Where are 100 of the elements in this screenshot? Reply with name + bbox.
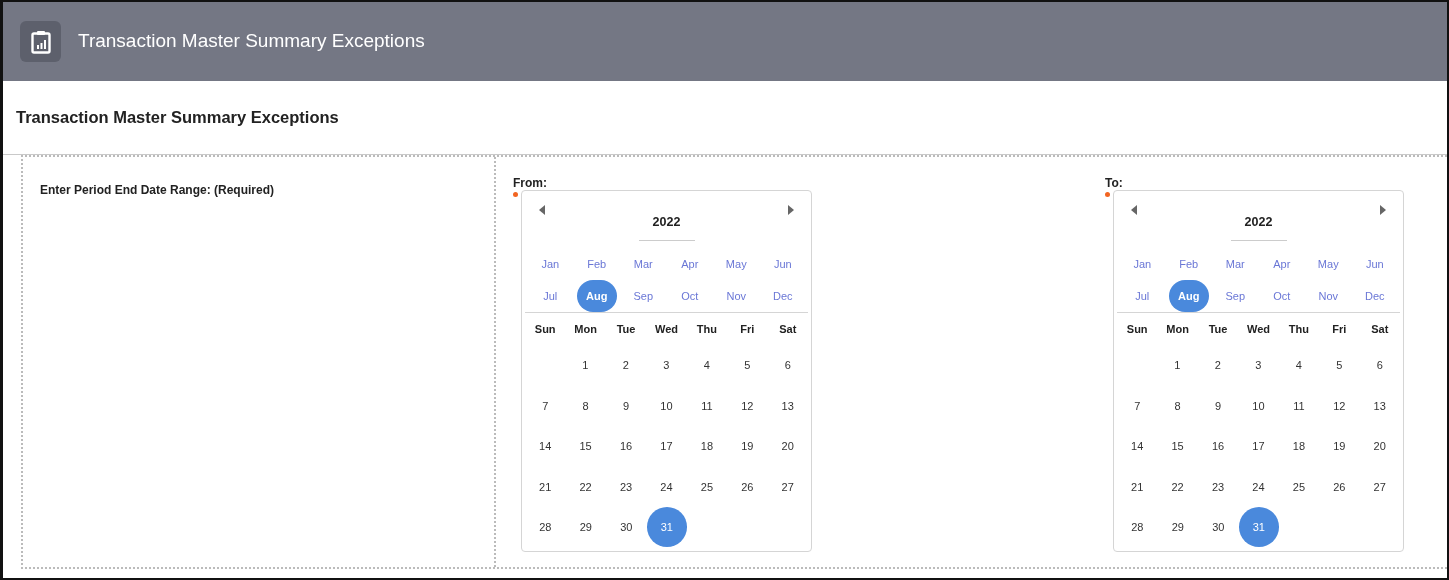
day-option[interactable]: 16 <box>605 426 647 467</box>
day-option[interactable]: 25 <box>1278 466 1320 507</box>
month-option[interactable]: Apr <box>1261 248 1302 280</box>
day-option[interactable]: 21 <box>1117 466 1158 507</box>
day-option[interactable]: 28 <box>1117 507 1158 548</box>
day-option[interactable]: 21 <box>525 466 566 507</box>
previous-arrow-icon[interactable] <box>539 205 545 215</box>
day-option[interactable]: 8 <box>1157 385 1198 426</box>
day-option[interactable]: 5 <box>727 345 768 386</box>
day-option[interactable]: 19 <box>1319 426 1360 467</box>
weekday-header: Sun <box>533 321 557 337</box>
month-option[interactable]: Jan <box>1122 248 1163 280</box>
day-option[interactable]: 7 <box>525 385 566 426</box>
day-option[interactable]: 23 <box>1197 466 1239 507</box>
day-option[interactable]: 16 <box>1197 426 1239 467</box>
day-option[interactable]: 5 <box>1319 345 1360 386</box>
weekday-header: Fri <box>1331 321 1348 337</box>
day-option[interactable]: 26 <box>727 466 768 507</box>
day-option[interactable]: 27 <box>767 466 808 507</box>
month-option[interactable]: Oct <box>669 280 710 312</box>
month-option[interactable]: Jul <box>1122 280 1163 312</box>
month-option[interactable]: Feb <box>576 248 617 280</box>
weekday-header: Tue <box>1207 321 1229 337</box>
day-option[interactable]: 17 <box>646 426 687 467</box>
day-option[interactable]: 19 <box>727 426 768 467</box>
day-option[interactable]: 14 <box>1117 426 1158 467</box>
month-option[interactable]: Jun <box>1354 248 1395 280</box>
month-option[interactable]: Oct <box>1261 280 1302 312</box>
day-option[interactable]: 11 <box>686 385 728 426</box>
year-label[interactable]: 2022 <box>638 205 695 241</box>
day-option[interactable]: 1 <box>565 345 606 386</box>
month-option[interactable]: Dec <box>762 280 803 312</box>
day-option[interactable]: 24 <box>1238 466 1279 507</box>
day-option[interactable]: 6 <box>767 345 808 386</box>
day-option[interactable]: 20 <box>767 426 808 467</box>
day-option[interactable]: 22 <box>565 466 606 507</box>
day-option[interactable]: 8 <box>565 385 606 426</box>
day-option[interactable]: 26 <box>1319 466 1360 507</box>
day-option[interactable]: 1 <box>1157 345 1198 386</box>
day-option[interactable]: 20 <box>1359 426 1400 467</box>
day-option[interactable]: 6 <box>1359 345 1400 386</box>
weekday-header: Thu <box>1287 321 1310 337</box>
field-label: To: <box>1105 177 1124 190</box>
day-option[interactable]: 18 <box>1278 426 1320 467</box>
day-option[interactable]: 9 <box>605 385 647 426</box>
day-option[interactable]: 24 <box>646 466 687 507</box>
month-option[interactable]: Sep <box>1215 280 1256 312</box>
day-option[interactable]: 10 <box>1238 385 1279 426</box>
day-option[interactable]: 12 <box>1319 385 1360 426</box>
month-option[interactable]: Apr <box>669 248 710 280</box>
day-option[interactable]: 29 <box>1157 507 1198 548</box>
day-option[interactable]: 12 <box>727 385 768 426</box>
year-label[interactable]: 2022 <box>1230 205 1287 241</box>
weekday-header: Sun <box>1125 321 1149 337</box>
app-title: Transaction Master Summary Exceptions <box>78 29 425 54</box>
day-option[interactable]: 3 <box>1238 345 1279 386</box>
day-option[interactable]: 7 <box>1117 385 1158 426</box>
day-option[interactable]: 2 <box>605 345 646 386</box>
day-option[interactable]: 3 <box>646 345 687 386</box>
month-option[interactable]: Nov <box>716 280 757 312</box>
day-option[interactable]: 29 <box>565 507 606 548</box>
day-option[interactable]: 13 <box>767 385 808 426</box>
month-option[interactable]: Dec <box>1354 280 1395 312</box>
month-option[interactable]: Jan <box>530 248 571 280</box>
day-option[interactable]: 11 <box>1278 385 1320 426</box>
day-option[interactable]: 18 <box>686 426 728 467</box>
day-option[interactable]: 22 <box>1157 466 1198 507</box>
month-option[interactable]: May <box>1308 248 1349 280</box>
day-option[interactable]: 31 <box>646 507 687 548</box>
day-option[interactable]: 2 <box>1197 345 1238 386</box>
page-title: Transaction Master Summary Exceptions <box>3 81 1447 155</box>
day-option[interactable]: 27 <box>1359 466 1400 507</box>
day-option[interactable]: 13 <box>1359 385 1400 426</box>
next-arrow-icon[interactable] <box>1380 205 1386 215</box>
month-option[interactable]: Mar <box>1215 248 1256 280</box>
month-option[interactable]: Feb <box>1168 248 1209 280</box>
month-option[interactable]: Sep <box>623 280 664 312</box>
day-option[interactable]: 9 <box>1197 385 1239 426</box>
day-option[interactable]: 25 <box>686 466 728 507</box>
previous-arrow-icon[interactable] <box>1131 205 1137 215</box>
day-option[interactable]: 14 <box>525 426 566 467</box>
day-option[interactable]: 31 <box>1238 507 1279 548</box>
next-arrow-icon[interactable] <box>788 205 794 215</box>
day-option[interactable]: 4 <box>686 345 727 386</box>
day-option[interactable]: 28 <box>525 507 566 548</box>
day-option[interactable]: 4 <box>1278 345 1319 386</box>
month-option[interactable]: Mar <box>623 248 664 280</box>
day-option[interactable]: 17 <box>1238 426 1279 467</box>
month-option[interactable]: Jul <box>530 280 571 312</box>
month-option[interactable]: May <box>716 248 757 280</box>
month-option[interactable]: Nov <box>1308 280 1349 312</box>
month-option[interactable]: Jun <box>762 248 803 280</box>
day-option[interactable]: 30 <box>606 507 647 548</box>
day-option[interactable]: 23 <box>605 466 647 507</box>
month-option[interactable]: Aug <box>576 280 617 312</box>
day-option[interactable]: 30 <box>1198 507 1239 548</box>
month-option[interactable]: Aug <box>1168 280 1209 312</box>
day-option[interactable]: 10 <box>646 385 687 426</box>
day-option[interactable]: 15 <box>1157 426 1198 467</box>
day-option[interactable]: 15 <box>565 426 606 467</box>
